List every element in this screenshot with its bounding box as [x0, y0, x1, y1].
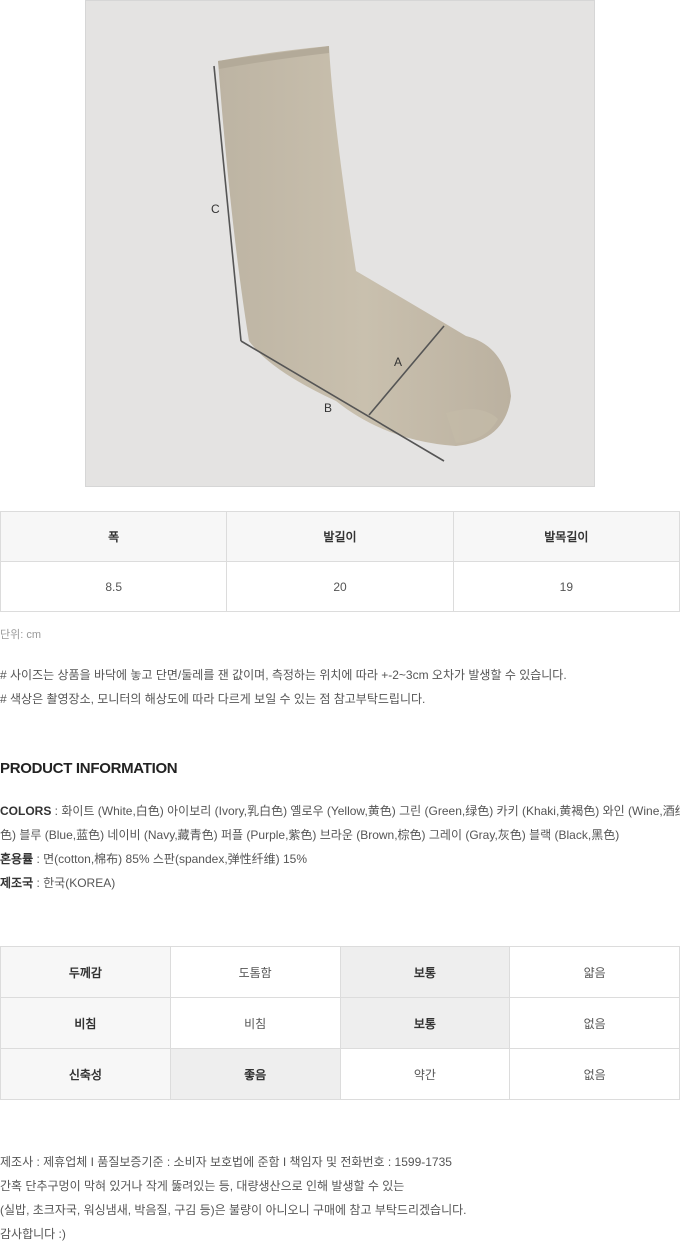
feel-row-thickness: 두께감 도톰함 보통 얇음: [0, 946, 680, 998]
size-value-width: 8.5: [0, 561, 228, 612]
material-label: 혼용률: [0, 852, 34, 866]
feel-label: 두께감: [0, 946, 171, 998]
unit-note: 단위: cm: [0, 629, 42, 641]
origin-value: : 한국(KOREA): [33, 876, 116, 890]
product-photo: C A B: [85, 0, 595, 487]
size-header-ankle-length: 발목길이: [452, 511, 680, 562]
size-table-value-row: 8.5 20 19: [0, 561, 680, 612]
feel-option: 약간: [339, 1048, 511, 1100]
size-header-foot-length: 발길이: [226, 511, 454, 562]
colors-row: COLORS : 화이트 (White,白色) 아이보리 (Ivory,乳白色)…: [0, 799, 680, 823]
feel-row-elasticity: 신축성 좋음 약간 없음: [0, 1048, 680, 1100]
sock-measurement-image: C A B: [86, 1, 594, 486]
size-value-ankle-length: 19: [452, 561, 680, 612]
product-info-title: PRODUCT INFORMATION: [0, 760, 178, 777]
size-table-header-row: 폭 발길이 발목길이: [0, 511, 680, 562]
measure-label-b: B: [324, 401, 332, 415]
size-notes: # 사이즈는 상품을 바닥에 놓고 단면/둘레를 잰 값이며, 측정하는 위치에…: [0, 663, 567, 711]
measure-label-c: C: [211, 202, 220, 216]
feel-option: 보통: [339, 997, 511, 1049]
feel-option: 비침: [169, 997, 341, 1049]
footer-line: (실밥, 초크자국, 워싱냄새, 박음질, 구김 등)은 불량이 아니오니 구매…: [0, 1203, 467, 1217]
origin-label: 제조국: [0, 876, 34, 890]
feel-row-transparency: 비침 비침 보통 없음: [0, 997, 680, 1049]
measure-label-a: A: [394, 355, 402, 369]
feel-option: 좋음: [169, 1048, 341, 1100]
feel-option: 얇음: [509, 946, 680, 998]
footer-notice: 제조사 : 제휴업체 I 품질보증기준 : 소비자 보호법에 준함 I 책임자 …: [0, 1150, 467, 1246]
footer-line: 제조사 : 제휴업체 I 품질보증기준 : 소비자 보호법에 준함 I 책임자 …: [0, 1155, 452, 1169]
feel-option: 보통: [339, 946, 511, 998]
material-value: : 면(cotton,棉布) 85% 스판(spandex,弹性纤维) 15%: [33, 852, 307, 866]
product-info-block: COLORS : 화이트 (White,白色) 아이보리 (Ivory,乳白色)…: [0, 799, 680, 895]
colors-value-line2: 色) 블루 (Blue,蓝色) 네이비 (Navy,藏青色) 퍼플 (Purpl…: [0, 828, 620, 842]
footer-line: 간혹 단추구멍이 막혀 있거나 작게 뚫려있는 등, 대량생산으로 인해 발생할…: [0, 1179, 405, 1193]
feel-option: 없음: [509, 1048, 680, 1100]
size-header-width: 폭: [0, 511, 228, 562]
feel-label: 비침: [0, 997, 171, 1049]
origin-row: 제조국 : 한국(KOREA): [0, 871, 680, 895]
note-line: # 사이즈는 상품을 바닥에 놓고 단면/둘레를 잰 값이며, 측정하는 위치에…: [0, 668, 567, 682]
feel-option: 도톰함: [169, 946, 341, 998]
fabric-feel-table: 두께감 도톰함 보통 얇음 비침 비침 보통 없음 신축성 좋음 약간 없음: [0, 946, 680, 1100]
size-value-foot-length: 20: [226, 561, 454, 612]
feel-option: 없음: [509, 997, 680, 1049]
note-line: # 색상은 촬영장소, 모니터의 해상도에 따라 다르게 보일 수 있는 점 참…: [0, 692, 426, 706]
feel-label: 신축성: [0, 1048, 171, 1100]
colors-value-line1: : 화이트 (White,白色) 아이보리 (Ivory,乳白色) 옐로우 (Y…: [51, 804, 680, 818]
footer-line: 감사합니다 :): [0, 1227, 66, 1241]
size-table: 폭 발길이 발목길이 8.5 20 19: [0, 511, 680, 612]
material-row: 혼용률 : 면(cotton,棉布) 85% 스판(spandex,弹性纤维) …: [0, 847, 680, 871]
colors-label: COLORS: [0, 804, 52, 818]
